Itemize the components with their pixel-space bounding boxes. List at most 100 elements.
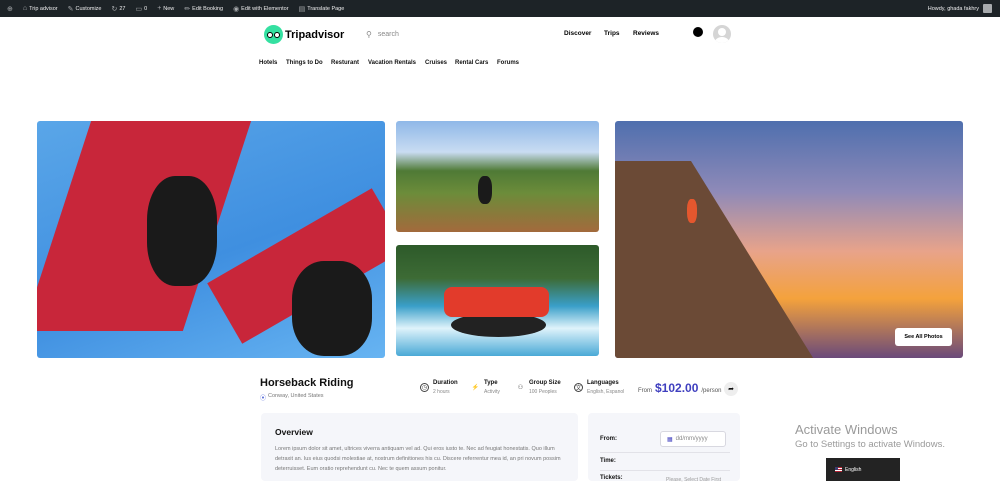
- price-amount: $102.00: [655, 381, 699, 395]
- location-pin-icon: ⦿: [260, 396, 267, 402]
- language-icon: 文: [574, 383, 583, 392]
- overview-text: Lorem ipsum dolor sit amet, ultrices viv…: [275, 446, 561, 472]
- nav-trips[interactable]: Trips: [604, 30, 620, 37]
- rock-cliff: [615, 161, 815, 358]
- category-forums[interactable]: Forums: [497, 60, 519, 66]
- date-input[interactable]: ▦ dd/mm/yyyy: [660, 431, 726, 447]
- category-hotels[interactable]: Hotels: [259, 60, 277, 66]
- tickets-hint[interactable]: Please, Select Date First: [666, 477, 721, 483]
- admin-bar-account[interactable]: Howdy, ghada fakhry: [928, 0, 992, 17]
- wordpress-icon: ⊕: [7, 5, 13, 13]
- booking-tickets-label: Tickets:: [600, 475, 623, 481]
- admin-bar-edit-booking[interactable]: ✏ Edit Booking: [179, 0, 228, 17]
- site-header: Tripadvisor ⚲ search Discover Trips Revi…: [0, 17, 1000, 57]
- pencil-icon: ✏: [184, 5, 191, 13]
- admin-bar-comments[interactable]: ▭ 0: [131, 0, 153, 17]
- meta-duration-label: Duration: [433, 380, 458, 386]
- search-box[interactable]: ⚲ search: [366, 26, 536, 43]
- admin-avatar-icon: [983, 4, 992, 13]
- plus-icon: +: [157, 5, 162, 12]
- photo-cycling[interactable]: [396, 121, 599, 232]
- admin-bar-wordpress[interactable]: ⊕: [2, 0, 18, 17]
- rafters: [444, 287, 549, 317]
- watermark-line-1: Activate Windows: [795, 422, 898, 437]
- us-flag-icon: [835, 467, 842, 472]
- category-cruises[interactable]: Cruises: [425, 60, 447, 66]
- admin-bar-customize[interactable]: ✎ Customize: [63, 0, 107, 17]
- divider: [600, 452, 730, 453]
- watermark-line-2: Go to Settings to activate Windows.: [795, 439, 945, 450]
- category-resturant[interactable]: Resturant: [331, 60, 359, 66]
- price-from-label: From: [638, 388, 652, 394]
- price-unit: /person: [701, 388, 722, 394]
- admin-bar-updates[interactable]: ↻ 27: [107, 0, 131, 17]
- meta-type: ⚡ Type Activity: [471, 380, 500, 395]
- search-input[interactable]: search: [378, 31, 399, 38]
- booking-card: From: ▦ dd/mm/yyyy Time: Tickets: Please…: [588, 413, 740, 483]
- skydiver-1: [147, 176, 217, 286]
- price-block: From $102.00 /person: [638, 381, 721, 395]
- see-all-photos-button[interactable]: See All Photos: [895, 328, 952, 346]
- admin-bar-greeting: Howdy, ghada fakhry: [927, 5, 979, 12]
- meta-type-value: Activity: [484, 389, 500, 395]
- overview-title: Overview: [275, 427, 313, 437]
- tripadvisor-owl-icon: [264, 25, 283, 44]
- admin-bar-site-label: Trip advisor: [29, 5, 58, 12]
- admin-bar-new-label: New: [163, 5, 175, 12]
- admin-bar-translate-label: Translate Page: [307, 5, 345, 12]
- logo-text: Tripadvisor: [285, 28, 345, 41]
- meta-group-size-label: Group Size: [529, 380, 561, 386]
- cyclist: [478, 176, 492, 204]
- booking-from-label: From:: [600, 436, 617, 442]
- overview-card: Overview Lorem ipsum dolor sit amet, ult…: [261, 413, 578, 481]
- admin-bar-customize-label: Customize: [75, 5, 102, 12]
- meta-group-size-value: 100 Peoples: [529, 389, 557, 395]
- language-switcher[interactable]: English: [826, 458, 900, 481]
- meta-languages-value: English, Espanol: [587, 389, 625, 395]
- group-icon: ⚇: [517, 385, 524, 391]
- category-rental-cars[interactable]: Rental Cars: [455, 60, 488, 66]
- booking-time-label: Time:: [600, 458, 616, 464]
- language-label: English: [845, 466, 862, 473]
- admin-bar-edit-booking-label: Edit Booking: [192, 5, 224, 12]
- admin-bar-elementor-label: Edit with Elementor: [241, 5, 289, 12]
- brush-icon: ✎: [67, 5, 74, 13]
- nav-discover[interactable]: Discover: [564, 30, 591, 37]
- tour-title: Horseback Riding: [260, 377, 354, 389]
- activity-icon: ⚡: [471, 385, 480, 391]
- nav-reviews[interactable]: Reviews: [633, 30, 659, 37]
- search-icon: ⚲: [366, 30, 372, 39]
- admin-bar-new[interactable]: + New: [152, 0, 179, 17]
- tour-location-text: Conway, United States: [268, 393, 324, 399]
- date-input-placeholder: dd/mm/yyyy: [675, 436, 708, 442]
- tour-location: ⦿ Conway, United States: [260, 393, 324, 402]
- category-vacation-rentals[interactable]: Vacation Rentals: [368, 60, 416, 66]
- category-things-to-do[interactable]: Things to Do: [286, 60, 323, 66]
- admin-bar-translate[interactable]: ▤ Translate Page: [294, 0, 350, 17]
- meta-duration-value: 2 hours: [433, 389, 450, 395]
- calendar-icon: ▦: [667, 436, 673, 443]
- windows-activation-watermark: Activate Windows Go to Settings to activ…: [795, 422, 945, 450]
- user-avatar-icon[interactable]: [713, 25, 731, 43]
- meta-type-label: Type: [484, 380, 498, 386]
- admin-bar-updates-count: 27: [119, 5, 126, 12]
- photo-skydiving[interactable]: [37, 121, 385, 358]
- meta-duration: ◷ Duration 2 hours: [420, 380, 458, 395]
- meta-group-size: ⚇ Group Size 100 Peoples: [516, 380, 561, 395]
- skydiver-2: [292, 261, 372, 356]
- globe-icon[interactable]: [693, 27, 703, 37]
- photo-rafting[interactable]: [396, 245, 599, 356]
- photo-climbing[interactable]: [615, 121, 963, 358]
- admin-bar: ⊕ ⌂ Trip advisor ✎ Customize ↻ 27 ▭ 0 + …: [0, 0, 1000, 17]
- admin-bar-comments-count: 0: [144, 5, 148, 12]
- admin-bar-elementor[interactable]: ◉ Edit with Elementor: [228, 0, 294, 17]
- site-logo[interactable]: Tripadvisor: [264, 25, 344, 44]
- climber: [687, 199, 697, 223]
- meta-languages-label: Languages: [587, 380, 619, 386]
- clock-icon: ◷: [420, 383, 429, 392]
- refresh-icon: ↻: [111, 5, 118, 13]
- admin-bar-site[interactable]: ⌂ Trip advisor: [18, 0, 63, 17]
- share-icon[interactable]: ➦: [724, 382, 738, 396]
- translate-icon: ▤: [298, 5, 306, 13]
- meta-languages: 文 Languages English, Espanol: [574, 380, 624, 395]
